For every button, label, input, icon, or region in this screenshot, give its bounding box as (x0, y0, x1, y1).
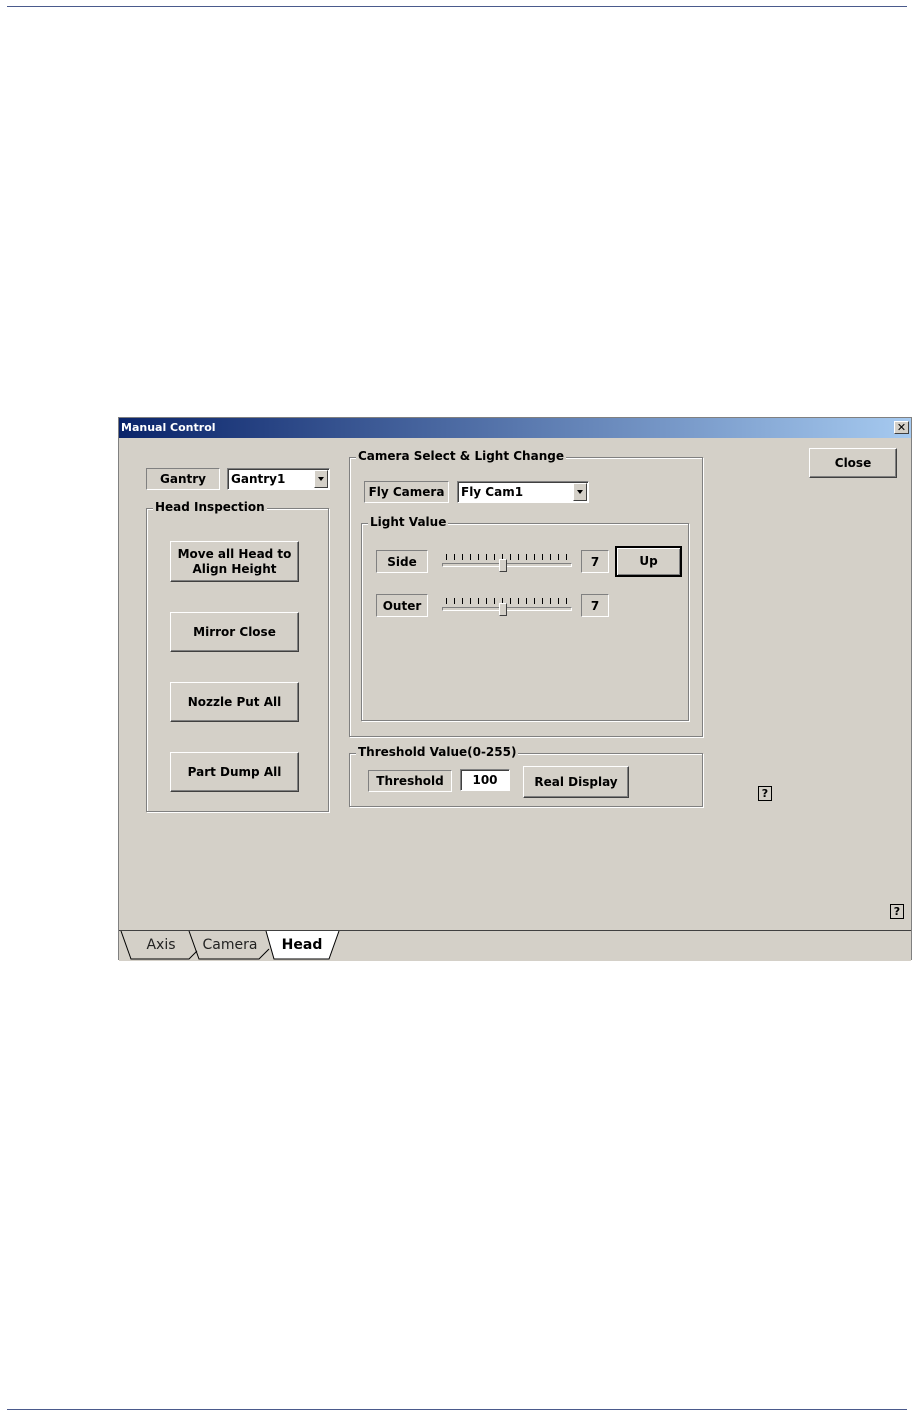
gantry-select[interactable]: Gantry1 (227, 468, 330, 490)
camera-select-title: Camera Select & Light Change (356, 449, 566, 463)
nozzle-put-all-button[interactable]: Nozzle Put All (170, 682, 299, 722)
threshold-input[interactable]: 100 (460, 769, 510, 791)
outer-value: 7 (581, 594, 609, 617)
gantry-select-value: Gantry1 (231, 472, 286, 486)
outer-label: Outer (376, 594, 428, 617)
window-title: Manual Control (121, 421, 216, 434)
help-icon[interactable]: ? (890, 904, 904, 919)
up-button[interactable]: Up (615, 546, 682, 577)
top-rule (7, 6, 907, 7)
manual-control-window: Manual Control ✕ Gantry Gantry1 Head Ins… (118, 417, 912, 961)
help-icon[interactable]: ? (758, 786, 772, 801)
threshold-label: Threshold (368, 770, 452, 792)
window-close-icon[interactable]: ✕ (894, 421, 909, 434)
tab-axis[interactable]: Axis (133, 931, 189, 959)
move-all-head-button[interactable]: Move all Head to Align Height (170, 541, 299, 582)
fly-camera-label: Fly Camera (364, 481, 449, 503)
side-label: Side (376, 550, 428, 573)
bottom-rule (7, 1409, 907, 1410)
side-value: 7 (581, 550, 609, 573)
real-display-button[interactable]: Real Display (523, 766, 629, 798)
mirror-close-button[interactable]: Mirror Close (170, 612, 299, 652)
fly-camera-select[interactable]: Fly Cam1 (457, 481, 589, 503)
slider-thumb[interactable] (499, 559, 508, 572)
chevron-down-icon[interactable] (314, 470, 328, 488)
close-button[interactable]: Close (809, 448, 897, 478)
part-dump-all-button[interactable]: Part Dump All (170, 752, 299, 792)
slider-thumb[interactable] (499, 603, 508, 616)
fly-camera-select-value: Fly Cam1 (461, 485, 524, 499)
tab-head[interactable]: Head (274, 931, 330, 959)
title-bar[interactable]: Manual Control ✕ (119, 418, 911, 438)
outer-slider[interactable] (442, 595, 572, 617)
head-inspection-title: Head Inspection (153, 500, 267, 514)
threshold-title: Threshold Value(0-255) (356, 745, 519, 759)
tab-strip: Axis Camera Head (119, 930, 911, 961)
tab-camera[interactable]: Camera (199, 931, 261, 959)
light-value-title: Light Value (368, 515, 449, 529)
chevron-down-icon[interactable] (573, 483, 587, 501)
move-all-head-label-1: Move all Head to (177, 546, 292, 561)
gantry-label: Gantry (146, 468, 220, 490)
side-slider[interactable] (442, 551, 572, 573)
move-all-head-label-2: Align Height (192, 561, 277, 576)
